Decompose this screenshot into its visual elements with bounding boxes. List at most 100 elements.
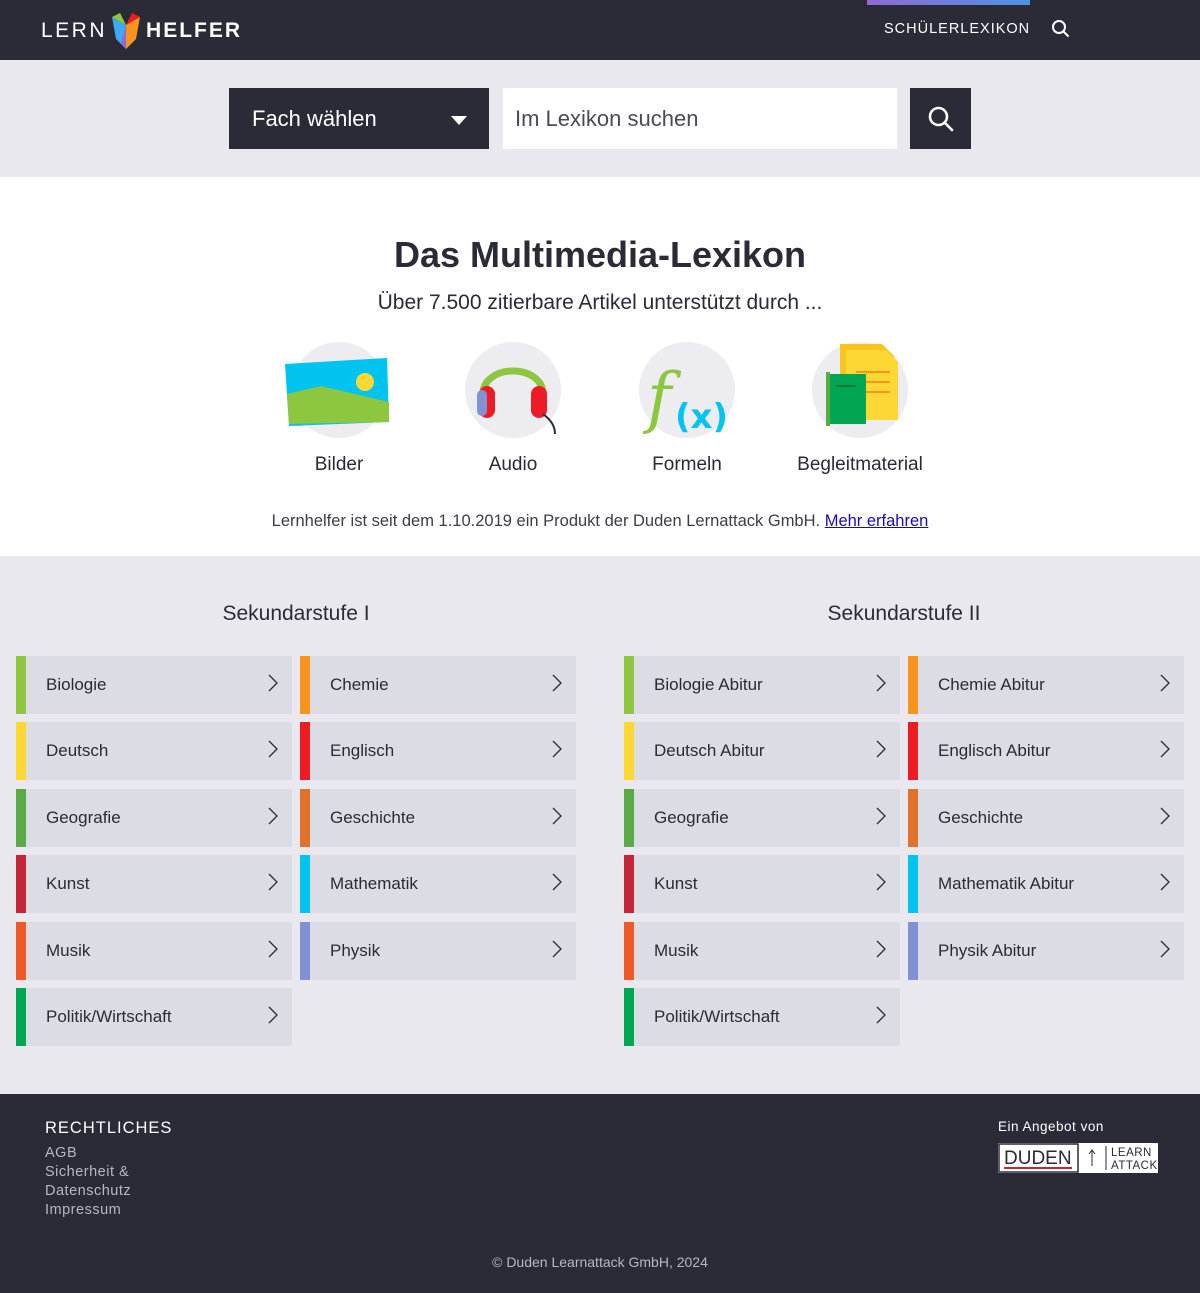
chevron-right-icon <box>1160 873 1170 891</box>
subject-color-stripe <box>300 788 310 847</box>
subject-color-stripe <box>908 788 918 847</box>
duden-learnattack-logo[interactable]: DUDEN LEARN ATTACK <box>998 1143 1158 1173</box>
sek1-subject-tile[interactable]: Kunst <box>16 855 292 914</box>
subjects-section: Sekundarstufe I Sekundarstufe II Biologi… <box>0 556 1200 1094</box>
notice-text: Lernhelfer ist seit dem 1.10.2019 ein Pr… <box>271 512 825 530</box>
subject-name: Musik <box>654 940 699 960</box>
sek2-subject-tile[interactable]: Musik <box>624 921 900 980</box>
sek1-subject-tile[interactable]: Deutsch <box>16 722 292 781</box>
subject-color-stripe <box>908 921 918 980</box>
chevron-right-icon <box>876 873 886 891</box>
subject-name: Geografie <box>654 807 729 827</box>
documents-icon <box>826 344 898 426</box>
subject-name: Mathematik <box>330 874 418 894</box>
images-icon <box>285 358 389 426</box>
subject-name: Kunst <box>654 874 698 894</box>
sek2-subject-tile[interactable]: Mathematik Abitur <box>908 855 1184 914</box>
sek2-subject-tile[interactable]: Kunst <box>624 855 900 914</box>
sek2-subject-tile[interactable]: Physik Abitur <box>908 921 1184 980</box>
top-navigation-bar: LERN HELFER SCHÜLERLEXIKON <box>0 0 1200 60</box>
sek1-title: Sekundarstufe I <box>222 602 370 625</box>
subject-color-stripe <box>908 722 918 781</box>
subject-color-stripe <box>908 855 918 914</box>
more-info-link[interactable]: Mehr erfahren <box>825 512 929 530</box>
sek1-subject-tile[interactable]: Physik <box>300 921 576 980</box>
feature-bilder: Bilder <box>259 342 419 476</box>
sek1-subject-tile[interactable]: Politik/Wirtschaft <box>16 988 292 1046</box>
lernhelfer-logo[interactable]: LERN HELFER <box>41 13 242 49</box>
chevron-right-icon <box>268 674 278 692</box>
subject-color-stripe <box>300 722 310 781</box>
security-link[interactable]: Sicherheit & <box>45 1163 131 1182</box>
subject-color-stripe <box>16 988 26 1046</box>
legal-links: AGB Sicherheit & Datenschutz Impressum <box>45 1144 131 1220</box>
subject-name: Geschichte <box>330 807 416 827</box>
chevron-right-icon <box>1160 940 1170 958</box>
sek2-title: Sekundarstufe II <box>827 602 981 625</box>
sek2-subject-tile[interactable]: Politik/Wirtschaft <box>624 988 900 1046</box>
subject-select-label: Fach wählen <box>252 105 377 131</box>
page-title: Das Multimedia-Lexikon <box>393 234 807 275</box>
subject-name: Chemie <box>330 675 389 694</box>
imprint-link[interactable]: Impressum <box>45 1201 131 1220</box>
feature-formeln: f (x) Formeln <box>607 342 767 476</box>
chevron-right-icon <box>552 940 562 958</box>
sek2-subject-tile[interactable]: Geografie <box>624 788 900 847</box>
search-icon[interactable] <box>1050 18 1072 40</box>
sek1-subject-tile[interactable]: Geschichte <box>300 788 576 847</box>
subject-color-stripe <box>624 921 634 980</box>
subject-color-stripe <box>16 788 26 847</box>
subject-color-stripe <box>624 788 634 847</box>
privacy-link[interactable]: Datenschutz <box>45 1182 131 1201</box>
footer: RECHTLICHES AGB Sicherheit & Datenschutz… <box>0 1094 1200 1293</box>
nav-link-schuelerlexikon[interactable]: SCHÜLERLEXIKON <box>884 21 1030 37</box>
chevron-right-icon <box>552 740 562 758</box>
chevron-right-icon <box>1160 740 1170 758</box>
subject-name: Mathematik Abitur <box>938 874 1075 894</box>
sek1-subject-tile[interactable]: Mathematik <box>300 855 576 914</box>
partner-attack: ATTACK <box>1111 1160 1158 1172</box>
feature-label: Begleitmaterial <box>797 454 923 475</box>
chevron-right-icon <box>876 740 886 758</box>
subject-select[interactable]: Fach wählen <box>229 88 489 149</box>
subject-color-stripe <box>624 988 634 1046</box>
chevron-right-icon <box>552 873 562 891</box>
feature-begleitmaterial: Begleitmaterial <box>780 342 940 476</box>
sek2-subject-tile[interactable]: Englisch Abitur <box>908 722 1184 781</box>
feature-label: Audio <box>488 454 538 475</box>
logo-text-helfer: HELFER <box>146 19 243 42</box>
legal-title: RECHTLICHES <box>45 1119 173 1137</box>
sek1-subject-tile[interactable]: Geografie <box>16 788 292 847</box>
chevron-right-icon <box>268 1006 278 1024</box>
sek2-subject-tile[interactable]: Biologie Abitur <box>624 656 900 714</box>
subject-name: Biologie Abitur <box>654 675 763 694</box>
subject-name: Kunst <box>46 874 90 894</box>
chevron-right-icon <box>268 807 278 825</box>
subject-color-stripe <box>300 921 310 980</box>
lexicon-search-input[interactable] <box>503 88 897 149</box>
sek1-subject-tile[interactable]: Biologie <box>16 656 292 714</box>
feature-label: Formeln <box>652 454 722 475</box>
sek2-subject-tile[interactable]: Geschichte <box>908 788 1184 847</box>
logo-mark-icon <box>112 13 141 49</box>
subject-color-stripe <box>624 722 634 781</box>
feature-audio: Audio <box>433 342 593 476</box>
sek2-subject-tile[interactable]: Chemie Abitur <box>908 656 1184 714</box>
offer-text: Ein Angebot von <box>998 1119 1104 1134</box>
subject-name: Biologie <box>46 675 107 694</box>
sek2-subject-tile[interactable]: Deutsch Abitur <box>624 722 900 781</box>
subject-name: Geschichte <box>938 807 1024 827</box>
chevron-right-icon <box>268 940 278 958</box>
sek1-subject-tile[interactable]: Musik <box>16 921 292 980</box>
subject-color-stripe <box>16 855 26 914</box>
chevron-right-icon <box>552 674 562 692</box>
page-subtitle: Über 7.500 zitierbare Artikel unterstütz… <box>377 291 823 314</box>
sek1-subject-tile[interactable]: Chemie <box>300 656 576 714</box>
search-band: Fach wählen <box>0 60 1200 177</box>
sek1-subject-tile[interactable]: Englisch <box>300 722 576 781</box>
subject-name: Englisch <box>330 741 395 761</box>
agb-link[interactable]: AGB <box>45 1144 131 1163</box>
chevron-right-icon <box>268 873 278 891</box>
search-submit-button[interactable] <box>910 88 971 149</box>
chevron-right-icon <box>876 807 886 825</box>
